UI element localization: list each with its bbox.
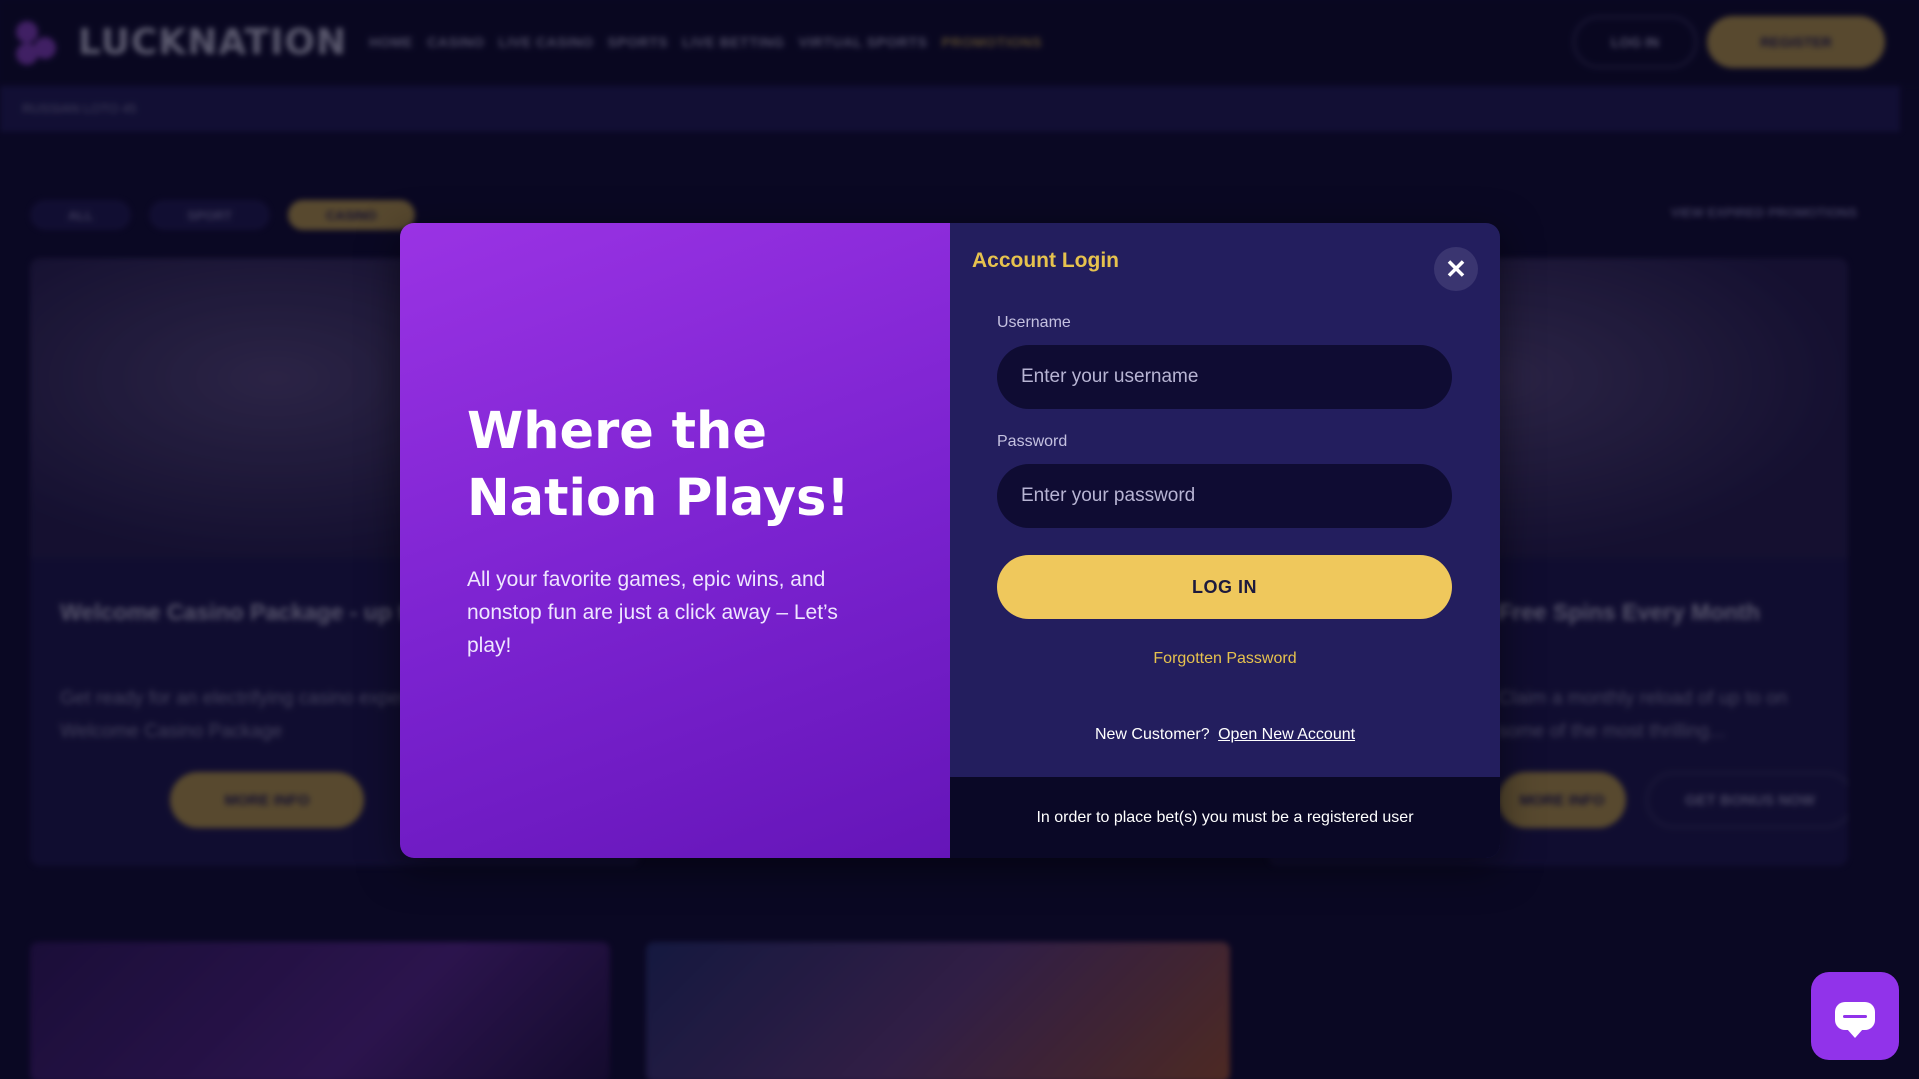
login-button[interactable]: LOG IN	[997, 555, 1452, 619]
registration-notice: In order to place bet(s) you must be a r…	[950, 777, 1500, 858]
open-new-account-link[interactable]: Open New Account	[1218, 726, 1355, 743]
close-button[interactable]: ✕	[1434, 247, 1478, 291]
password-label: Password	[997, 433, 1068, 450]
forgotten-password-link[interactable]: Forgotten Password	[950, 650, 1500, 668]
password-field[interactable]	[997, 464, 1452, 528]
modal-promo-panel: Where the Nation Plays! All your favorit…	[400, 223, 950, 858]
chat-icon	[1835, 1002, 1875, 1038]
login-title: Account Login	[972, 249, 1119, 272]
login-modal: Where the Nation Plays! All your favorit…	[400, 223, 1500, 858]
login-panel: Account Login ✕ Username Password LOG IN…	[950, 223, 1500, 858]
chat-button[interactable]	[1811, 972, 1899, 1060]
username-label: Username	[997, 314, 1071, 331]
new-customer-text: New Customer?	[1094, 726, 1210, 743]
promo-headline: Where the Nation Plays!	[467, 402, 850, 528]
promo-subtext: All your favorite games, epic wins, and …	[467, 568, 838, 657]
close-icon: ✕	[1445, 254, 1467, 284]
new-customer-row: New Customer? Open New Account	[950, 726, 1500, 744]
username-field[interactable]	[997, 345, 1452, 409]
